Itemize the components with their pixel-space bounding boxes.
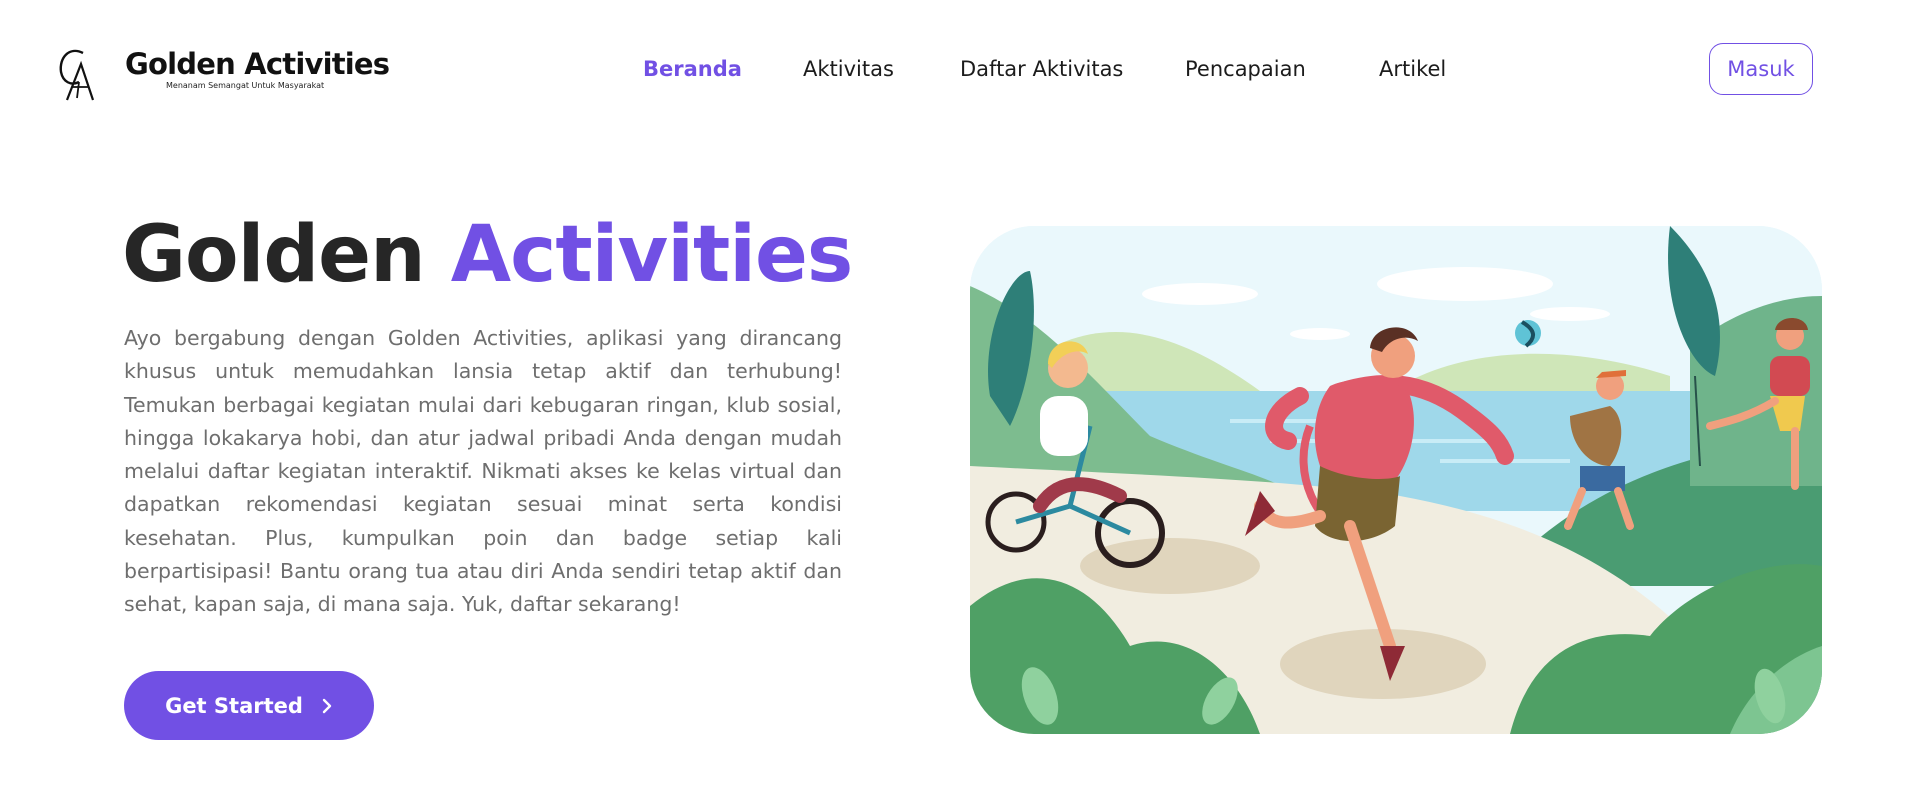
brand-logo[interactable]: Golden Activities Menanam Semangat Untuk… xyxy=(57,44,390,102)
hero-description: Ayo bergabung dengan Golden Activities, … xyxy=(124,326,842,617)
hero-title-accent: Activities xyxy=(450,210,854,300)
chevron-right-icon xyxy=(322,698,332,713)
nav-beranda[interactable]: Beranda xyxy=(643,57,742,81)
hero-title-primary: Golden xyxy=(122,210,426,300)
login-button[interactable]: Masuk xyxy=(1709,43,1813,95)
brand-name: Golden Activities xyxy=(125,47,390,81)
nav-daftar-aktivitas[interactable]: Daftar Aktivitas xyxy=(960,57,1123,81)
ga-monogram-icon xyxy=(59,49,95,101)
nav-artikel[interactable]: Artikel xyxy=(1379,57,1446,81)
brand-tagline: Menanam Semangat Untuk Masyarakat xyxy=(166,81,325,90)
nav-aktivitas[interactable]: Aktivitas xyxy=(803,57,894,81)
people-exercising-outdoors-illustration xyxy=(970,226,1822,734)
get-started-label: Get Started xyxy=(165,693,303,718)
get-started-button[interactable]: Get Started xyxy=(124,671,374,740)
nav-pencapaian[interactable]: Pencapaian xyxy=(1185,57,1306,81)
hero-title: Golden Activities xyxy=(122,208,854,302)
